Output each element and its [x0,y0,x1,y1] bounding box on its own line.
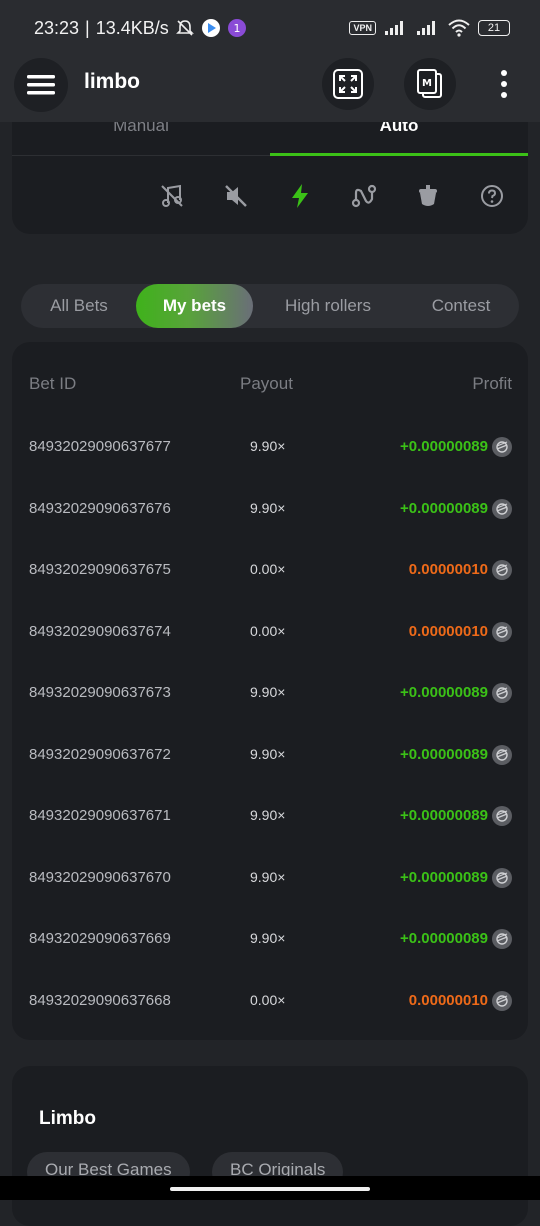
game-toolbar [12,178,528,214]
menu-button[interactable] [14,58,68,112]
network-speed: 13.4KB/s [95,17,169,38]
bet-profit: +0.00000089 [399,807,488,824]
table-row[interactable]: 84932029090637670 9.90× +0.00000089 [12,847,528,908]
signal-icon [384,20,408,36]
music-off-icon[interactable] [158,182,186,210]
bet-profit: 0.00000010 [408,561,488,578]
bell-off-icon [175,18,195,38]
bet-payout: 9.90× [250,868,286,885]
tab-contest[interactable]: Contest [413,284,509,328]
table-row[interactable]: 84932029090637672 9.90× +0.00000089 [12,724,528,785]
table-row[interactable]: 84932029090637674 0.00× 0.00000010 [12,601,528,662]
table-row[interactable]: 84932029090637677 9.90× +0.00000089 [12,416,528,477]
bet-payout: 0.00× [250,622,286,639]
bet-id: 84932029090637669 [29,930,171,947]
vpn-badge: VPN [349,21,376,35]
coin-icon [492,560,512,580]
tab-auto[interactable]: Auto [270,122,528,156]
svg-text:M: M [422,78,432,89]
status-bar: 23:23 | 13.4KB/s 1 VPN 21 [0,0,540,56]
bet-profit: 0.00000010 [408,991,488,1009]
bet-payout: 0.00× [250,561,286,577]
bet-payout: 9.90× [250,745,286,762]
table-row[interactable]: 84932029090637668 0.00× 0.00000010 [12,970,528,1031]
bet-filter-tabs: All Bets My bets High rollers Contest [21,284,519,328]
table-row[interactable]: 84932029090637676 9.90× +0.00000089 [12,478,528,539]
bet-id: 84932029090637677 [29,438,171,455]
control-panel: Manual Auto [12,122,528,234]
battery-indicator: 21 [478,20,510,36]
bet-id: 84932029090637675 [29,561,171,578]
more-options-button[interactable] [494,68,514,100]
bet-payout: 9.90× [250,930,286,946]
bet-payout: 0.00× [250,991,286,1008]
bet-id: 84932029090637672 [29,745,171,763]
hotkeys-icon[interactable] [414,182,442,210]
table-row[interactable]: 84932029090637669 9.90× +0.00000089 [12,908,528,969]
tab-my-bets[interactable]: My bets [136,284,253,328]
coin-icon [492,806,512,826]
page-title: limbo [84,70,140,93]
bet-id: 84932029090637674 [29,622,171,640]
game-info-title: Limbo [39,1108,96,1129]
table-row[interactable]: 84932029090637671 9.90× +0.00000089 [12,785,528,846]
sound-off-icon[interactable] [222,182,250,210]
cards-button[interactable]: M [404,58,456,110]
route-icon[interactable] [350,182,378,210]
bet-profit: +0.00000089 [399,745,488,763]
bet-id: 84932029090637668 [29,991,171,1009]
lightning-icon[interactable] [286,182,314,210]
coin-icon [492,498,512,519]
bet-id: 84932029090637676 [29,499,171,517]
coin-icon [492,744,512,765]
tab-all-bets[interactable]: All Bets [31,284,127,328]
expand-icon [333,69,363,99]
coin-icon [492,990,512,1011]
bet-id: 84932029090637670 [29,868,171,886]
fullscreen-button[interactable] [322,58,374,110]
coin-icon [492,929,512,949]
svg-text:1: 1 [233,22,240,35]
bet-profit: +0.00000089 [399,930,488,947]
my-bets-table: Bet ID Payout Profit 84932029090637677 9.… [12,342,528,1040]
bet-profit: 0.00000010 [408,622,488,640]
coin-icon [492,683,512,703]
bet-payout: 9.90× [250,684,286,700]
app-notification-icon: 1 [227,18,247,38]
bet-id: 84932029090637673 [29,684,171,701]
home-gesture-handle[interactable] [170,1187,370,1191]
column-header-payout: Payout [240,374,293,393]
bet-payout: 9.90× [250,499,286,516]
game-info-card: Limbo Our Best Games BC Originals [12,1066,528,1226]
coin-icon [492,867,512,888]
bet-payout: 9.90× [250,807,286,823]
coin-icon [492,621,512,642]
bet-profit: +0.00000089 [399,684,488,701]
bet-profit: +0.00000089 [399,868,488,886]
status-time: 23:23 [34,17,80,38]
cards-icon: M [417,69,442,98]
table-row[interactable]: 84932029090637673 9.90× +0.00000089 [12,662,528,723]
bet-profit: +0.00000089 [399,499,488,517]
system-nav-bar [0,1176,540,1200]
column-header-bet-id: Bet ID [29,374,77,393]
play-store-icon [201,18,221,38]
table-row[interactable]: 84932029090637675 0.00× 0.00000010 [12,539,528,600]
tab-high-rollers[interactable]: High rollers [265,284,391,328]
help-icon[interactable] [478,182,506,210]
tab-manual[interactable]: Manual [12,122,270,156]
signal-icon-2 [416,20,440,36]
column-header-profit: Profit [472,374,512,393]
app-header: limbo M [0,56,540,122]
hamburger-icon [27,75,55,95]
bet-id: 84932029090637671 [29,807,171,824]
bet-profit: +0.00000089 [399,438,488,455]
coin-icon [492,437,512,457]
bet-payout: 9.90× [250,438,286,454]
wifi-icon [448,19,470,37]
